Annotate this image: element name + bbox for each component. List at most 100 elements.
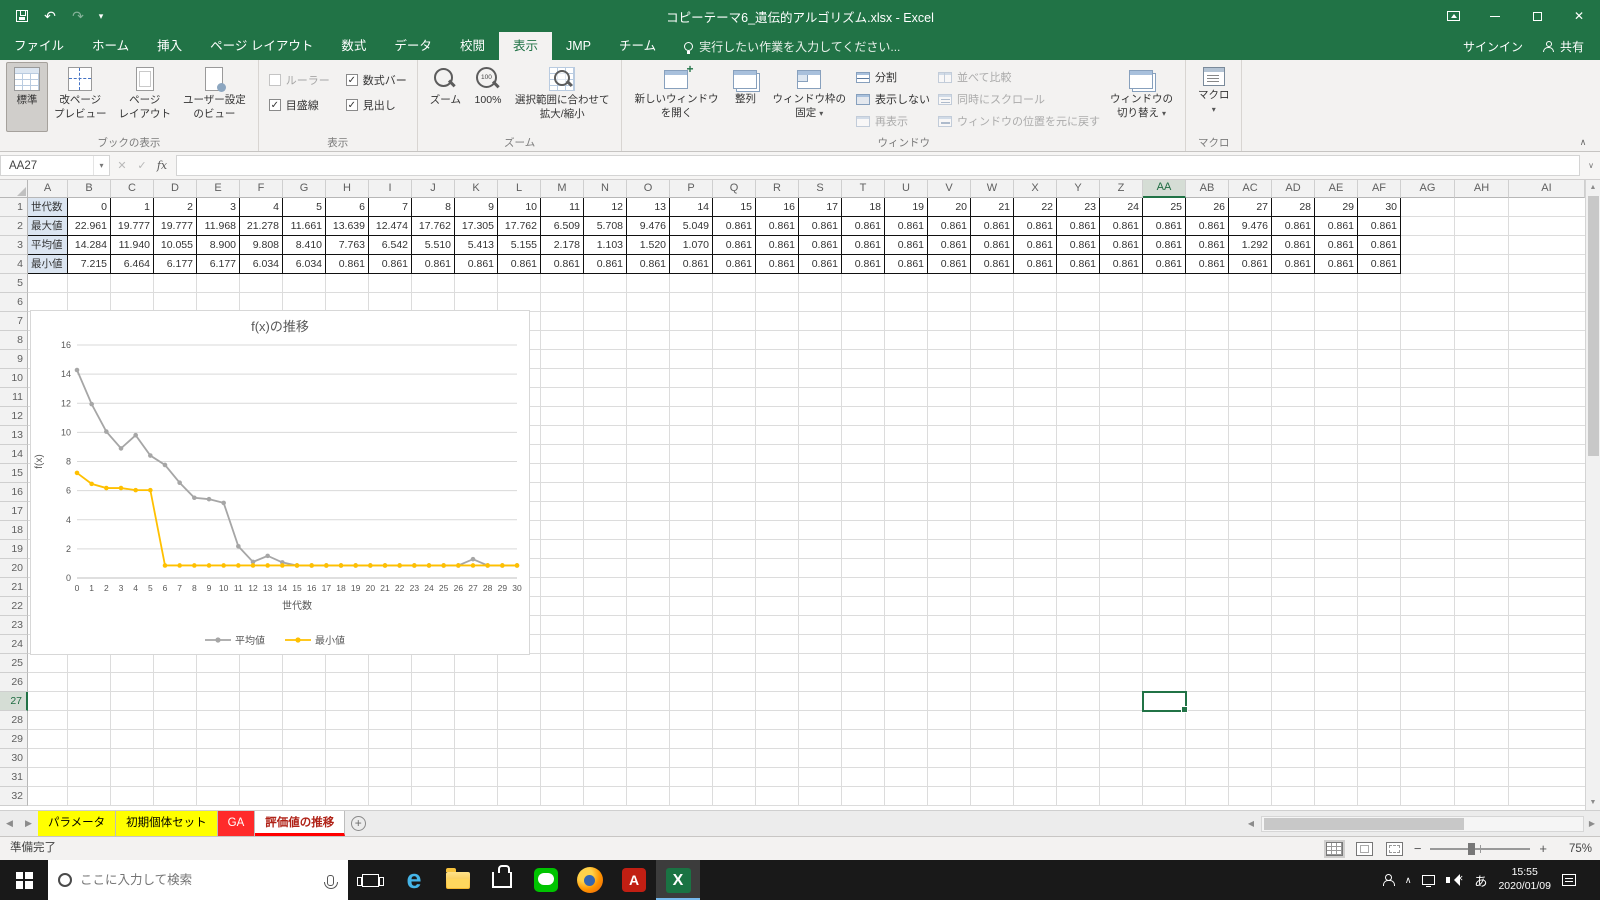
enter-icon[interactable]: ✓ — [132, 159, 152, 172]
task-view-button[interactable] — [348, 860, 392, 900]
cell-A4[interactable]: 最小値 — [28, 255, 68, 274]
cell-V4[interactable]: 0.861 — [928, 255, 971, 274]
cell-S3[interactable]: 0.861 — [799, 236, 842, 255]
cell-L4[interactable]: 0.861 — [498, 255, 541, 274]
scroll-left-icon[interactable]: ◀ — [1243, 816, 1259, 832]
cell-T1[interactable]: 18 — [842, 198, 885, 217]
cell-I2[interactable]: 12.474 — [369, 217, 412, 236]
cancel-icon[interactable]: ✕ — [112, 159, 132, 172]
cell-K1[interactable]: 9 — [455, 198, 498, 217]
horizontal-scrollbar[interactable] — [1261, 816, 1584, 832]
scroll-down-icon[interactable]: ▼ — [1586, 795, 1600, 810]
cell-F1[interactable]: 4 — [240, 198, 283, 217]
cell-M2[interactable]: 6.509 — [541, 217, 584, 236]
cell-V3[interactable]: 0.861 — [928, 236, 971, 255]
collapse-ribbon-button[interactable]: ∧ — [1574, 137, 1592, 148]
column-header-M[interactable]: M — [541, 180, 584, 198]
cell-AD1[interactable]: 28 — [1272, 198, 1315, 217]
cell-AE4[interactable]: 0.861 — [1315, 255, 1358, 274]
column-header-W[interactable]: W — [971, 180, 1014, 198]
cell-AA1[interactable]: 25 — [1143, 198, 1186, 217]
column-header-E[interactable]: E — [197, 180, 240, 198]
taskbar-search-input[interactable] — [80, 873, 319, 887]
tab-jmp[interactable]: JMP — [552, 32, 605, 60]
people-icon[interactable] — [1382, 874, 1395, 886]
ime-indicator[interactable]: あ — [1474, 871, 1487, 890]
tab-insert[interactable]: 挿入 — [143, 32, 196, 60]
row-header-12[interactable]: 12 — [0, 407, 28, 426]
cell-W3[interactable]: 0.861 — [971, 236, 1014, 255]
column-header-P[interactable]: P — [670, 180, 713, 198]
column-header-U[interactable]: U — [885, 180, 928, 198]
cell-F2[interactable]: 21.278 — [240, 217, 283, 236]
column-header-K[interactable]: K — [455, 180, 498, 198]
cell-N3[interactable]: 1.103 — [584, 236, 627, 255]
gridlines-checkbox[interactable]: ✓ 目盛線 — [268, 97, 330, 113]
cell-H3[interactable]: 7.763 — [326, 236, 369, 255]
cell-P2[interactable]: 5.049 — [670, 217, 713, 236]
formula-bar-checkbox[interactable]: ✓ 数式バー — [345, 72, 407, 88]
cell-D2[interactable]: 19.777 — [154, 217, 197, 236]
macros-button[interactable]: マクロ ▾ — [1192, 62, 1236, 132]
zoom-100-button[interactable]: 100% — [467, 62, 509, 132]
cell-T3[interactable]: 0.861 — [842, 236, 885, 255]
row-header-9[interactable]: 9 — [0, 350, 28, 369]
tab-file[interactable]: ファイル — [0, 32, 78, 60]
cell-AA4[interactable]: 0.861 — [1143, 255, 1186, 274]
column-header-Q[interactable]: Q — [713, 180, 756, 198]
tab-team[interactable]: チーム — [605, 32, 670, 60]
column-header-C[interactable]: C — [111, 180, 154, 198]
cell-F4[interactable]: 6.034 — [240, 255, 283, 274]
cell-AA3[interactable]: 0.861 — [1143, 236, 1186, 255]
taskbar-firefox-icon[interactable] — [568, 860, 612, 900]
close-button[interactable]: ✕ — [1558, 0, 1600, 32]
action-center-icon[interactable] — [1562, 874, 1576, 886]
zoom-in-button[interactable]: + — [1539, 842, 1547, 855]
cell-AF3[interactable]: 0.861 — [1358, 236, 1401, 255]
row-header-31[interactable]: 31 — [0, 768, 28, 787]
cell-X3[interactable]: 0.861 — [1014, 236, 1057, 255]
column-header-AH[interactable]: AH — [1455, 180, 1509, 198]
row-header-19[interactable]: 19 — [0, 540, 28, 559]
cell-A2[interactable]: 最大値 — [28, 217, 68, 236]
cell-R4[interactable]: 0.861 — [756, 255, 799, 274]
cell-K2[interactable]: 17.305 — [455, 217, 498, 236]
cell-G2[interactable]: 11.661 — [283, 217, 326, 236]
headings-checkbox[interactable]: ✓ 見出し — [345, 97, 407, 113]
new-sheet-button[interactable]: + — [345, 811, 371, 836]
taskbar-search-box[interactable] — [48, 860, 348, 900]
cell-AE2[interactable]: 0.861 — [1315, 217, 1358, 236]
row-header-28[interactable]: 28 — [0, 711, 28, 730]
cell-Y3[interactable]: 0.861 — [1057, 236, 1100, 255]
cell-H4[interactable]: 0.861 — [326, 255, 369, 274]
cell-G3[interactable]: 8.410 — [283, 236, 326, 255]
cell-S2[interactable]: 0.861 — [799, 217, 842, 236]
cell-Z1[interactable]: 24 — [1100, 198, 1143, 217]
column-header-AG[interactable]: AG — [1401, 180, 1455, 198]
cell-AF1[interactable]: 30 — [1358, 198, 1401, 217]
share-button[interactable]: 共有 — [1542, 38, 1584, 55]
cell-I4[interactable]: 0.861 — [369, 255, 412, 274]
zoom-to-selection-button[interactable]: 選択範囲に合わせて 拡大/縮小 — [509, 62, 616, 132]
cell-AC2[interactable]: 9.476 — [1229, 217, 1272, 236]
vertical-scrollbar-thumb[interactable] — [1588, 196, 1599, 456]
name-box-dropdown-icon[interactable]: ▾ — [93, 156, 109, 175]
cell-I1[interactable]: 7 — [369, 198, 412, 217]
cell-P1[interactable]: 14 — [670, 198, 713, 217]
cell-E2[interactable]: 11.968 — [197, 217, 240, 236]
cell-AA2[interactable]: 0.861 — [1143, 217, 1186, 236]
sign-in-link[interactable]: サインイン — [1463, 38, 1523, 55]
volume-muted-icon[interactable]: ✕ — [1446, 874, 1463, 886]
cell-M4[interactable]: 0.861 — [541, 255, 584, 274]
formula-input[interactable] — [176, 155, 1580, 176]
cell-Q2[interactable]: 0.861 — [713, 217, 756, 236]
cell-AC3[interactable]: 1.292 — [1229, 236, 1272, 255]
cell-O3[interactable]: 1.520 — [627, 236, 670, 255]
row-header-27[interactable]: 27 — [0, 692, 28, 711]
zoom-level[interactable]: 75% — [1556, 843, 1592, 855]
taskbar-file-explorer-icon[interactable] — [436, 860, 480, 900]
sheet-nav-next-icon[interactable]: ▶ — [19, 811, 38, 836]
cell-L2[interactable]: 17.762 — [498, 217, 541, 236]
tab-home[interactable]: ホーム — [78, 32, 143, 60]
column-header-H[interactable]: H — [326, 180, 369, 198]
